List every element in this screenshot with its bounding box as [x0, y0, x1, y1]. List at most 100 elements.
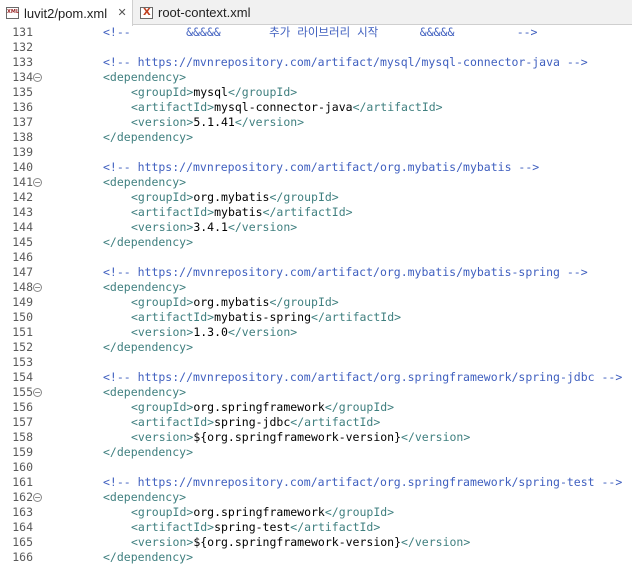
code-line[interactable]: 147 <!-- https://mvnrepository.com/artifa…	[0, 265, 632, 280]
code-content: </dependency>	[103, 445, 193, 460]
line-number: 137	[12, 115, 33, 129]
comment-text: <!-- &&&&& 추가 라이브러리 시작 &&&&& -->	[103, 25, 538, 39]
code-line[interactable]: 143 <artifactId>mybatis</artifactId>	[0, 205, 632, 220]
code-content: <!-- https://mvnrepository.com/artifact/…	[103, 475, 622, 490]
line-number: 153	[12, 355, 33, 369]
code-line[interactable]: 139	[0, 145, 632, 160]
code-line[interactable]: 132	[0, 40, 632, 55]
tab-root-context-xml[interactable]: root-context.xml	[134, 0, 264, 25]
xml-tag: <dependency>	[103, 175, 187, 189]
code-line[interactable]: 163 <groupId>org.springframework</groupId…	[0, 505, 632, 520]
code-line[interactable]: 148− <dependency>	[0, 280, 632, 295]
code-line[interactable]: 134− <dependency>	[0, 70, 632, 85]
element-value: mysql-connector-java	[214, 100, 353, 114]
code-line[interactable]: 151 <version>1.3.0</version>	[0, 325, 632, 340]
fold-collapse-icon[interactable]: −	[33, 493, 42, 502]
xml-tag: </artifactId>	[262, 205, 353, 219]
code-line[interactable]: 154 <!-- https://mvnrepository.com/artifa…	[0, 370, 632, 385]
code-line[interactable]: 166 </dependency>	[0, 550, 632, 565]
code-content: <dependency>	[103, 70, 186, 85]
xml-file-icon	[140, 6, 153, 19]
xml-tag: </artifactId>	[352, 100, 443, 114]
code-line[interactable]: 131 <!-- &&&&& 추가 라이브러리 시작 &&&&& -->	[0, 25, 632, 40]
fold-collapse-icon[interactable]: −	[33, 283, 42, 292]
xml-tag: <groupId>	[131, 190, 194, 204]
code-line[interactable]: 137 <version>5.1.41</version>	[0, 115, 632, 130]
code-line[interactable]: 141− <dependency>	[0, 175, 632, 190]
xml-tag: <version>	[131, 430, 194, 444]
code-line[interactable]: 133 <!-- https://mvnrepository.com/artifa…	[0, 55, 632, 70]
code-content: <groupId>mysql</groupId>	[131, 85, 297, 100]
xml-tag: <groupId>	[131, 85, 194, 99]
code-line[interactable]: 135 <groupId>mysql</groupId>	[0, 85, 632, 100]
xml-tag: </dependency>	[103, 235, 194, 249]
code-line[interactable]: 150 <artifactId>mybatis-spring</artifactI…	[0, 310, 632, 325]
line-number: 155	[12, 385, 33, 399]
code-line[interactable]: 161 <!-- https://mvnrepository.com/artifa…	[0, 475, 632, 490]
code-line[interactable]: 149 <groupId>org.mybatis</groupId>	[0, 295, 632, 310]
xml-tag: </version>	[401, 430, 471, 444]
fold-collapse-icon[interactable]: −	[33, 178, 42, 187]
code-line[interactable]: 145 </dependency>	[0, 235, 632, 250]
xml-tag: </artifactId>	[290, 415, 381, 429]
line-number: 162	[12, 490, 33, 504]
line-number: 146	[12, 250, 33, 264]
line-number: 165	[12, 535, 33, 549]
comment-text: <!-- https://mvnrepository.com/artifact/…	[103, 160, 540, 174]
line-number: 156	[12, 400, 33, 414]
code-line[interactable]: 162− <dependency>	[0, 490, 632, 505]
code-line[interactable]: 160	[0, 460, 632, 475]
line-number: 139	[12, 145, 33, 159]
tab-pom-xml[interactable]: luvit2/pom.xml ✕	[0, 0, 133, 26]
code-content: <dependency>	[103, 175, 186, 190]
xml-tag: <artifactId>	[131, 100, 215, 114]
code-content: </dependency>	[103, 340, 193, 355]
code-line[interactable]: 140 <!-- https://mvnrepository.com/artifa…	[0, 160, 632, 175]
code-line[interactable]: 146	[0, 250, 632, 265]
element-value: org.mybatis	[193, 190, 270, 204]
code-content: <groupId>org.springframework</groupId>	[131, 505, 394, 520]
code-line[interactable]: 157 <artifactId>spring-jdbc</artifactId>	[0, 415, 632, 430]
code-line[interactable]: 152 </dependency>	[0, 340, 632, 355]
code-line[interactable]: 165 <version>${org.springframework-versio…	[0, 535, 632, 550]
code-line[interactable]: 142 <groupId>org.mybatis</groupId>	[0, 190, 632, 205]
editor-tab-bar: luvit2/pom.xml ✕ root-context.xml	[0, 0, 632, 26]
code-content: <groupId>org.mybatis</groupId>	[131, 295, 339, 310]
code-content: <groupId>org.mybatis</groupId>	[131, 190, 339, 205]
line-number: 142	[12, 190, 33, 204]
code-content: <version>1.3.0</version>	[131, 325, 297, 340]
xml-tag: </version>	[227, 220, 298, 234]
code-line[interactable]: 156 <groupId>org.springframework</groupId…	[0, 400, 632, 415]
code-content: </dependency>	[103, 235, 193, 250]
code-content: </dependency>	[103, 550, 193, 565]
fold-collapse-icon[interactable]: −	[33, 388, 42, 397]
code-line[interactable]: 155− <dependency>	[0, 385, 632, 400]
code-editor[interactable]: 131 <!-- &&&&& 추가 라이브러리 시작 &&&&& --> 132 13…	[0, 25, 632, 573]
code-line[interactable]: 144 <version>3.4.1</version>	[0, 220, 632, 235]
xml-tag: </artifactId>	[311, 310, 402, 324]
xml-tag: </version>	[401, 535, 471, 549]
line-number: 136	[12, 100, 33, 114]
line-number: 157	[12, 415, 33, 429]
code-line[interactable]: 158 <version>${org.springframework-versio…	[0, 430, 632, 445]
code-line[interactable]: 136 <artifactId>mysql-connector-java</art…	[0, 100, 632, 115]
code-line[interactable]: 138 </dependency>	[0, 130, 632, 145]
fold-collapse-icon[interactable]: −	[33, 73, 42, 82]
code-line[interactable]: 164 <artifactId>spring-test</artifactId>	[0, 520, 632, 535]
comment-text: <!-- https://mvnrepository.com/artifact/…	[103, 370, 623, 384]
code-content: <!-- https://mvnrepository.com/artifact/…	[103, 265, 588, 280]
element-value: 1.3.0	[193, 325, 228, 339]
code-content: <groupId>org.springframework</groupId>	[131, 400, 394, 415]
code-content: <artifactId>mybatis</artifactId>	[131, 205, 353, 220]
code-line[interactable]: 159 </dependency>	[0, 445, 632, 460]
element-value: spring-jdbc	[214, 415, 291, 429]
line-number: 131	[12, 25, 33, 39]
line-number: 147	[12, 265, 33, 279]
close-icon[interactable]: ✕	[115, 6, 129, 20]
code-content: <!-- &&&&& 추가 라이브러리 시작 &&&&& -->	[103, 25, 537, 40]
code-line[interactable]: 153	[0, 355, 632, 370]
line-number: 164	[12, 520, 33, 534]
code-content: <!-- https://mvnrepository.com/artifact/…	[103, 370, 622, 385]
line-number: 144	[12, 220, 33, 234]
xml-tag: <groupId>	[131, 505, 194, 519]
